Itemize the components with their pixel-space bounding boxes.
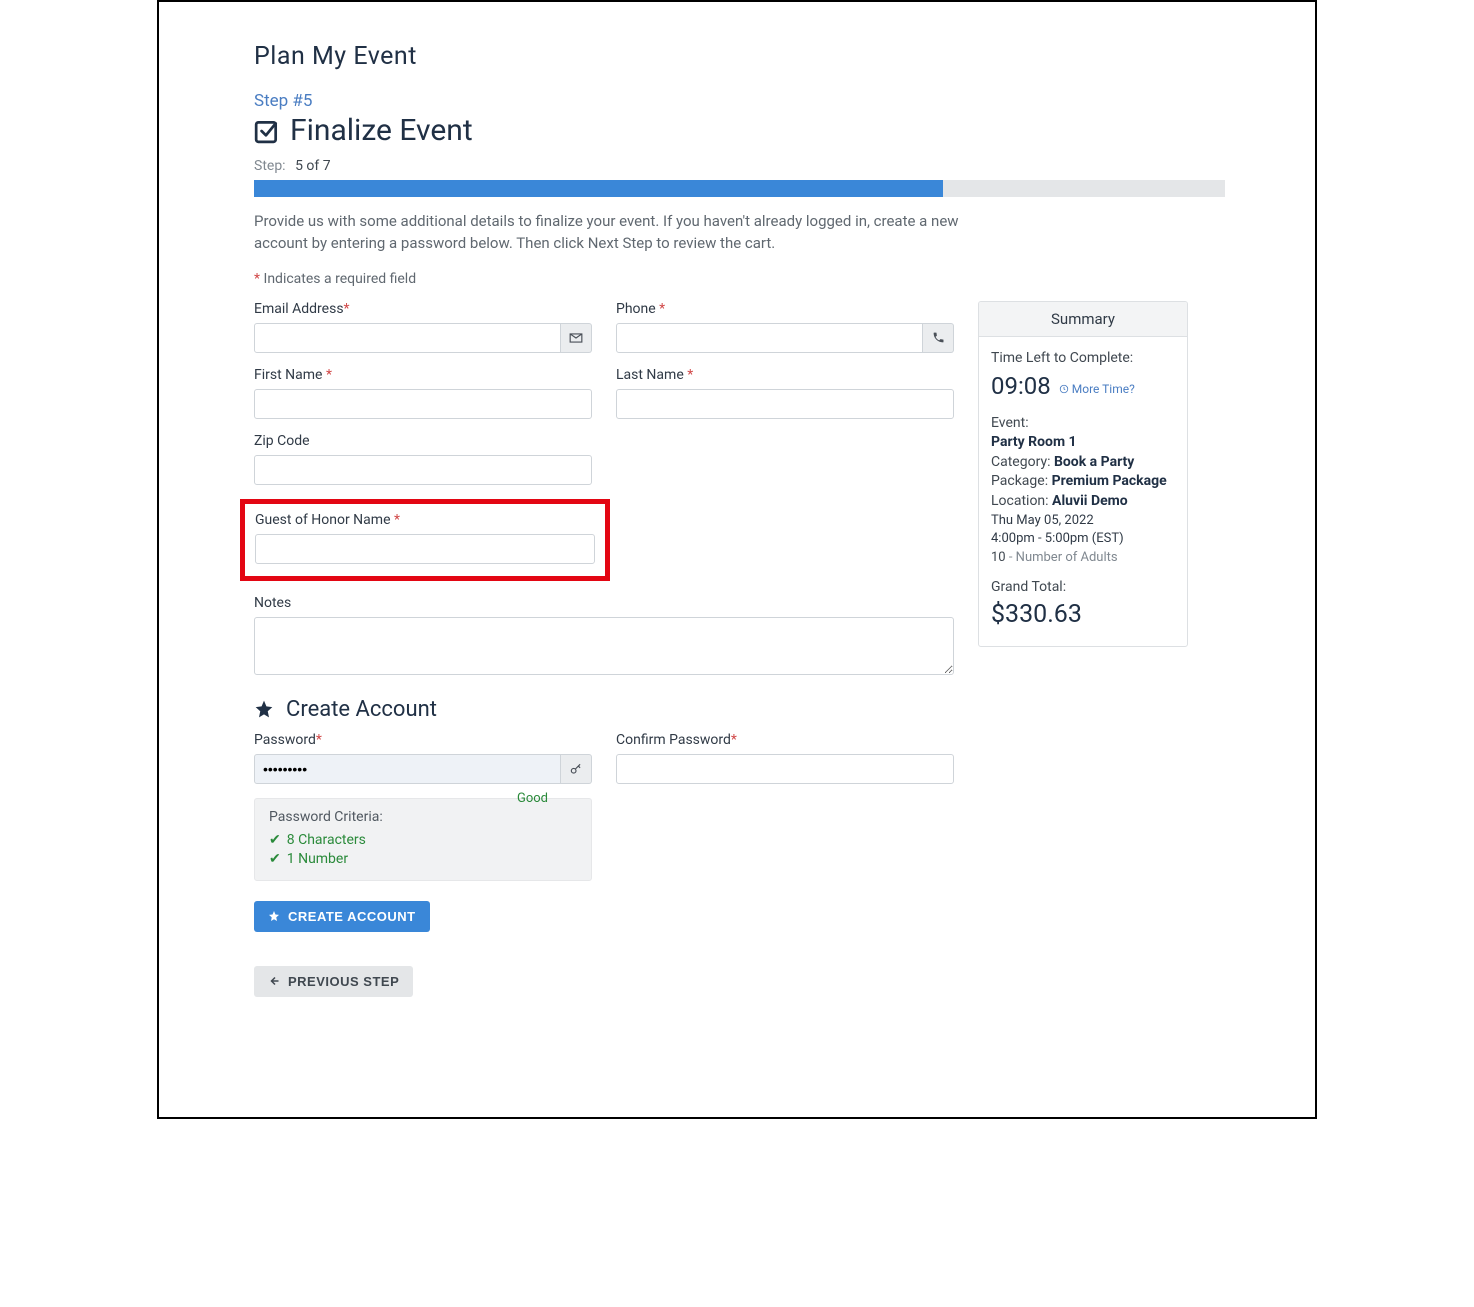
password-criteria-item: ✔8 Characters xyxy=(269,831,577,851)
phone-label: Phone * xyxy=(616,301,954,317)
summary-date: Thu May 05, 2022 xyxy=(991,512,1175,530)
time-left-label: Time Left to Complete: xyxy=(991,349,1175,369)
previous-step-button[interactable]: PREVIOUS STEP xyxy=(254,966,413,997)
step-heading-text: Finalize Event xyxy=(290,113,473,148)
guest-of-honor-input[interactable] xyxy=(255,534,595,564)
create-account-heading: Create Account xyxy=(254,697,954,722)
summary-package-label: Package: xyxy=(991,473,1048,489)
create-account-button[interactable]: CREATE ACCOUNT xyxy=(254,901,430,932)
intro-text: Provide us with some additional details … xyxy=(254,211,1014,255)
email-input[interactable] xyxy=(254,323,561,353)
guest-of-honor-highlight: Guest of Honor Name * xyxy=(240,499,610,581)
password-criteria-item: ✔1 Number xyxy=(269,850,577,870)
last-name-input[interactable] xyxy=(616,389,954,419)
phone-input[interactable] xyxy=(616,323,923,353)
password-strength-indicator: Good xyxy=(517,784,548,814)
step-indicator-value: 5 of 7 xyxy=(295,158,331,174)
password-label: Password* xyxy=(254,732,592,748)
summary-category-value: Book a Party xyxy=(1054,454,1134,470)
star-icon xyxy=(268,910,280,922)
required-note-text: Indicates a required field xyxy=(264,271,417,287)
summary-grand-total-label: Grand Total: xyxy=(991,578,1175,598)
step-number-label: Step #5 xyxy=(254,91,1225,111)
progress-bar xyxy=(254,180,1225,197)
password-input[interactable] xyxy=(254,754,561,784)
page-title: Plan My Event xyxy=(254,42,1225,71)
summary-event-label: Event: xyxy=(991,414,1175,434)
progress-bar-fill xyxy=(254,180,943,197)
summary-event-name: Party Room 1 xyxy=(991,434,1077,450)
notes-label: Notes xyxy=(254,595,954,611)
step-indicator: Step: 5 of 7 xyxy=(254,158,1225,174)
more-time-link[interactable]: More Time? xyxy=(1059,381,1135,398)
summary-package-value: Premium Package xyxy=(1052,473,1167,489)
notes-textarea[interactable] xyxy=(254,617,954,675)
password-key-icon[interactable] xyxy=(561,754,592,784)
first-name-label: First Name * xyxy=(254,367,592,383)
summary-panel: Summary Time Left to Complete: 09:08 Mor… xyxy=(978,301,1188,648)
last-name-label: Last Name * xyxy=(616,367,954,383)
arrow-left-icon xyxy=(268,975,280,987)
required-field-note: * Indicates a required field xyxy=(254,271,1225,287)
zip-label: Zip Code xyxy=(254,433,592,449)
summary-location-label: Location: xyxy=(991,493,1049,509)
summary-adults-count: 10 xyxy=(991,550,1006,565)
summary-category-label: Category: xyxy=(991,454,1050,470)
guest-of-honor-label: Guest of Honor Name * xyxy=(255,512,595,528)
star-icon xyxy=(254,699,274,719)
zip-input[interactable] xyxy=(254,455,592,485)
time-left-value: 09:08 xyxy=(991,370,1051,404)
confirm-password-label: Confirm Password* xyxy=(616,732,954,748)
step-indicator-label: Step: xyxy=(254,158,286,174)
summary-adults-label: - Number of Adults xyxy=(1006,550,1118,565)
summary-time: 4:00pm - 5:00pm (EST) xyxy=(991,530,1175,548)
summary-grand-total-value: $330.63 xyxy=(991,597,1175,632)
step-heading: Finalize Event xyxy=(254,113,1225,148)
email-label: Email Address* xyxy=(254,301,592,317)
clock-icon xyxy=(1059,384,1069,394)
checkbox-icon xyxy=(254,118,280,144)
email-icon[interactable] xyxy=(561,323,592,353)
summary-location-value: Aluvii Demo xyxy=(1052,493,1128,509)
confirm-password-input[interactable] xyxy=(616,754,954,784)
first-name-input[interactable] xyxy=(254,389,592,419)
phone-icon[interactable] xyxy=(923,323,954,353)
summary-header: Summary xyxy=(979,302,1187,337)
